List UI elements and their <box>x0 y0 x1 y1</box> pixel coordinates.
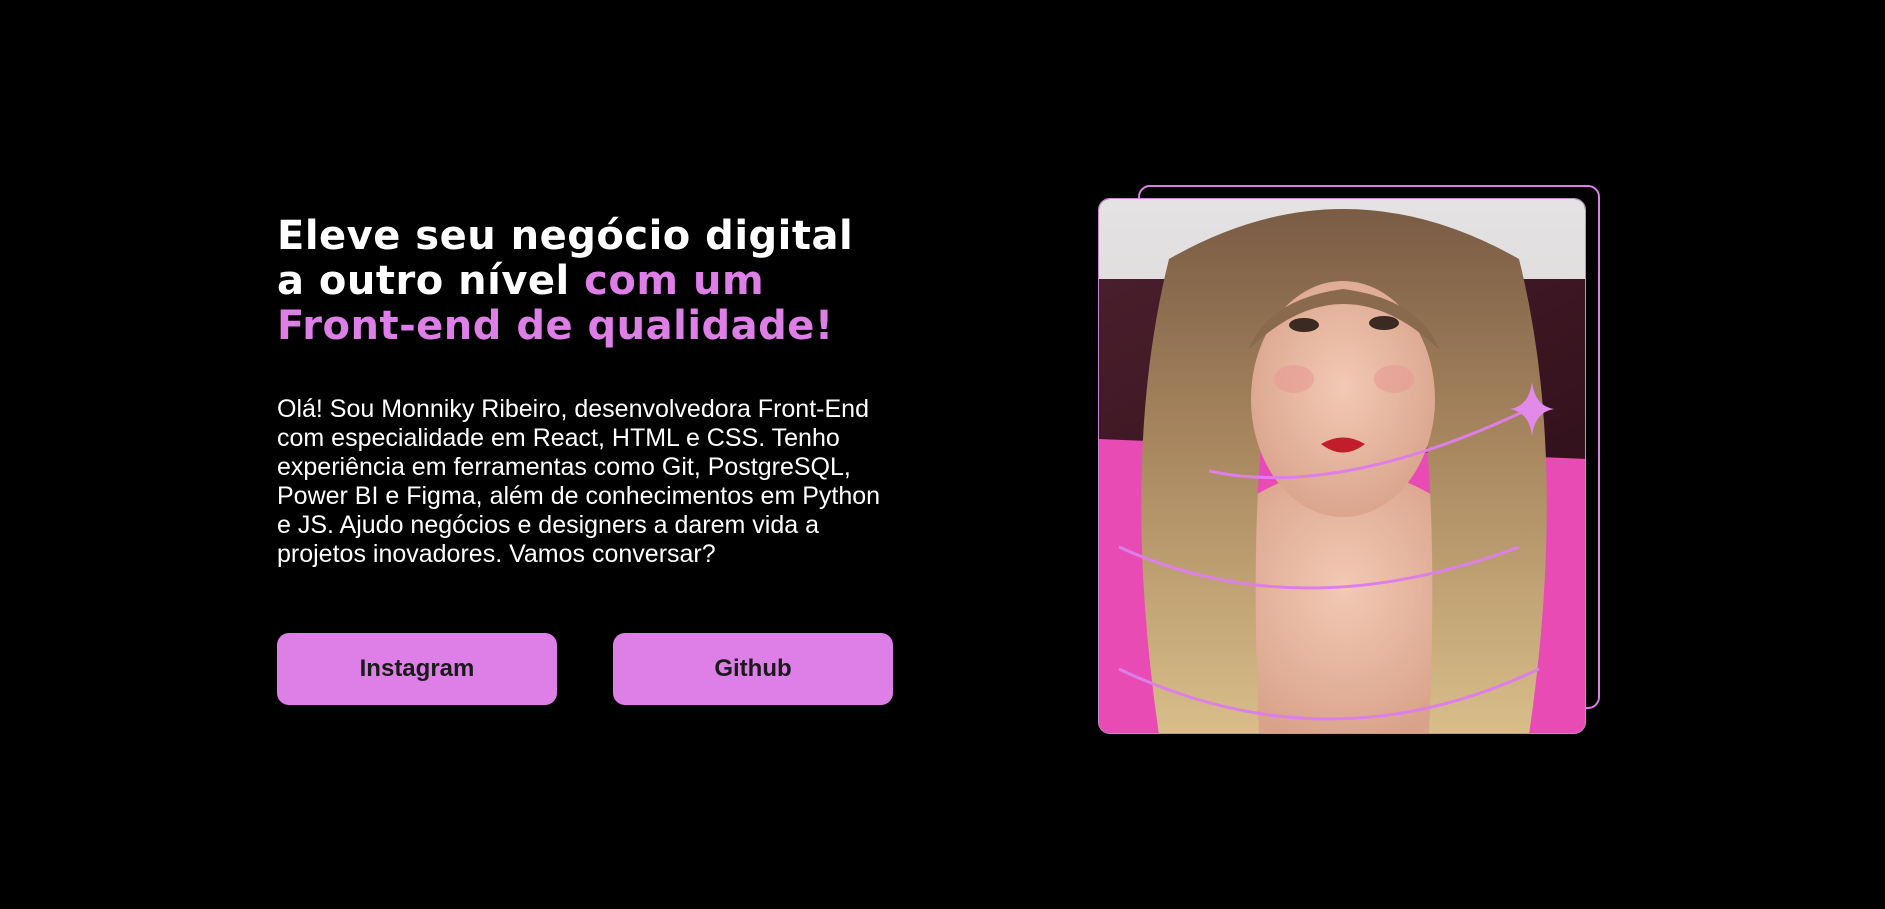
hero-headline: Eleve seu negócio digital a outro nível … <box>277 214 917 349</box>
headline-line-2: a outro nível <box>277 258 570 304</box>
profile-photo-container <box>1098 185 1605 735</box>
headline-accent-2: Front-end de qualidade! <box>277 303 834 349</box>
hero-section: Eleve seu negócio digital a outro nível … <box>277 214 917 569</box>
headline-line-1: Eleve seu negócio digital <box>277 213 854 259</box>
github-button[interactable]: Github <box>613 633 893 705</box>
profile-photo <box>1098 198 1586 734</box>
headline-accent-1: com um <box>584 258 765 304</box>
social-buttons: Instagram Github <box>277 633 893 705</box>
instagram-button[interactable]: Instagram <box>277 633 557 705</box>
intro-paragraph: Olá! Sou Monniky Ribeiro, desenvolvedora… <box>277 395 881 568</box>
